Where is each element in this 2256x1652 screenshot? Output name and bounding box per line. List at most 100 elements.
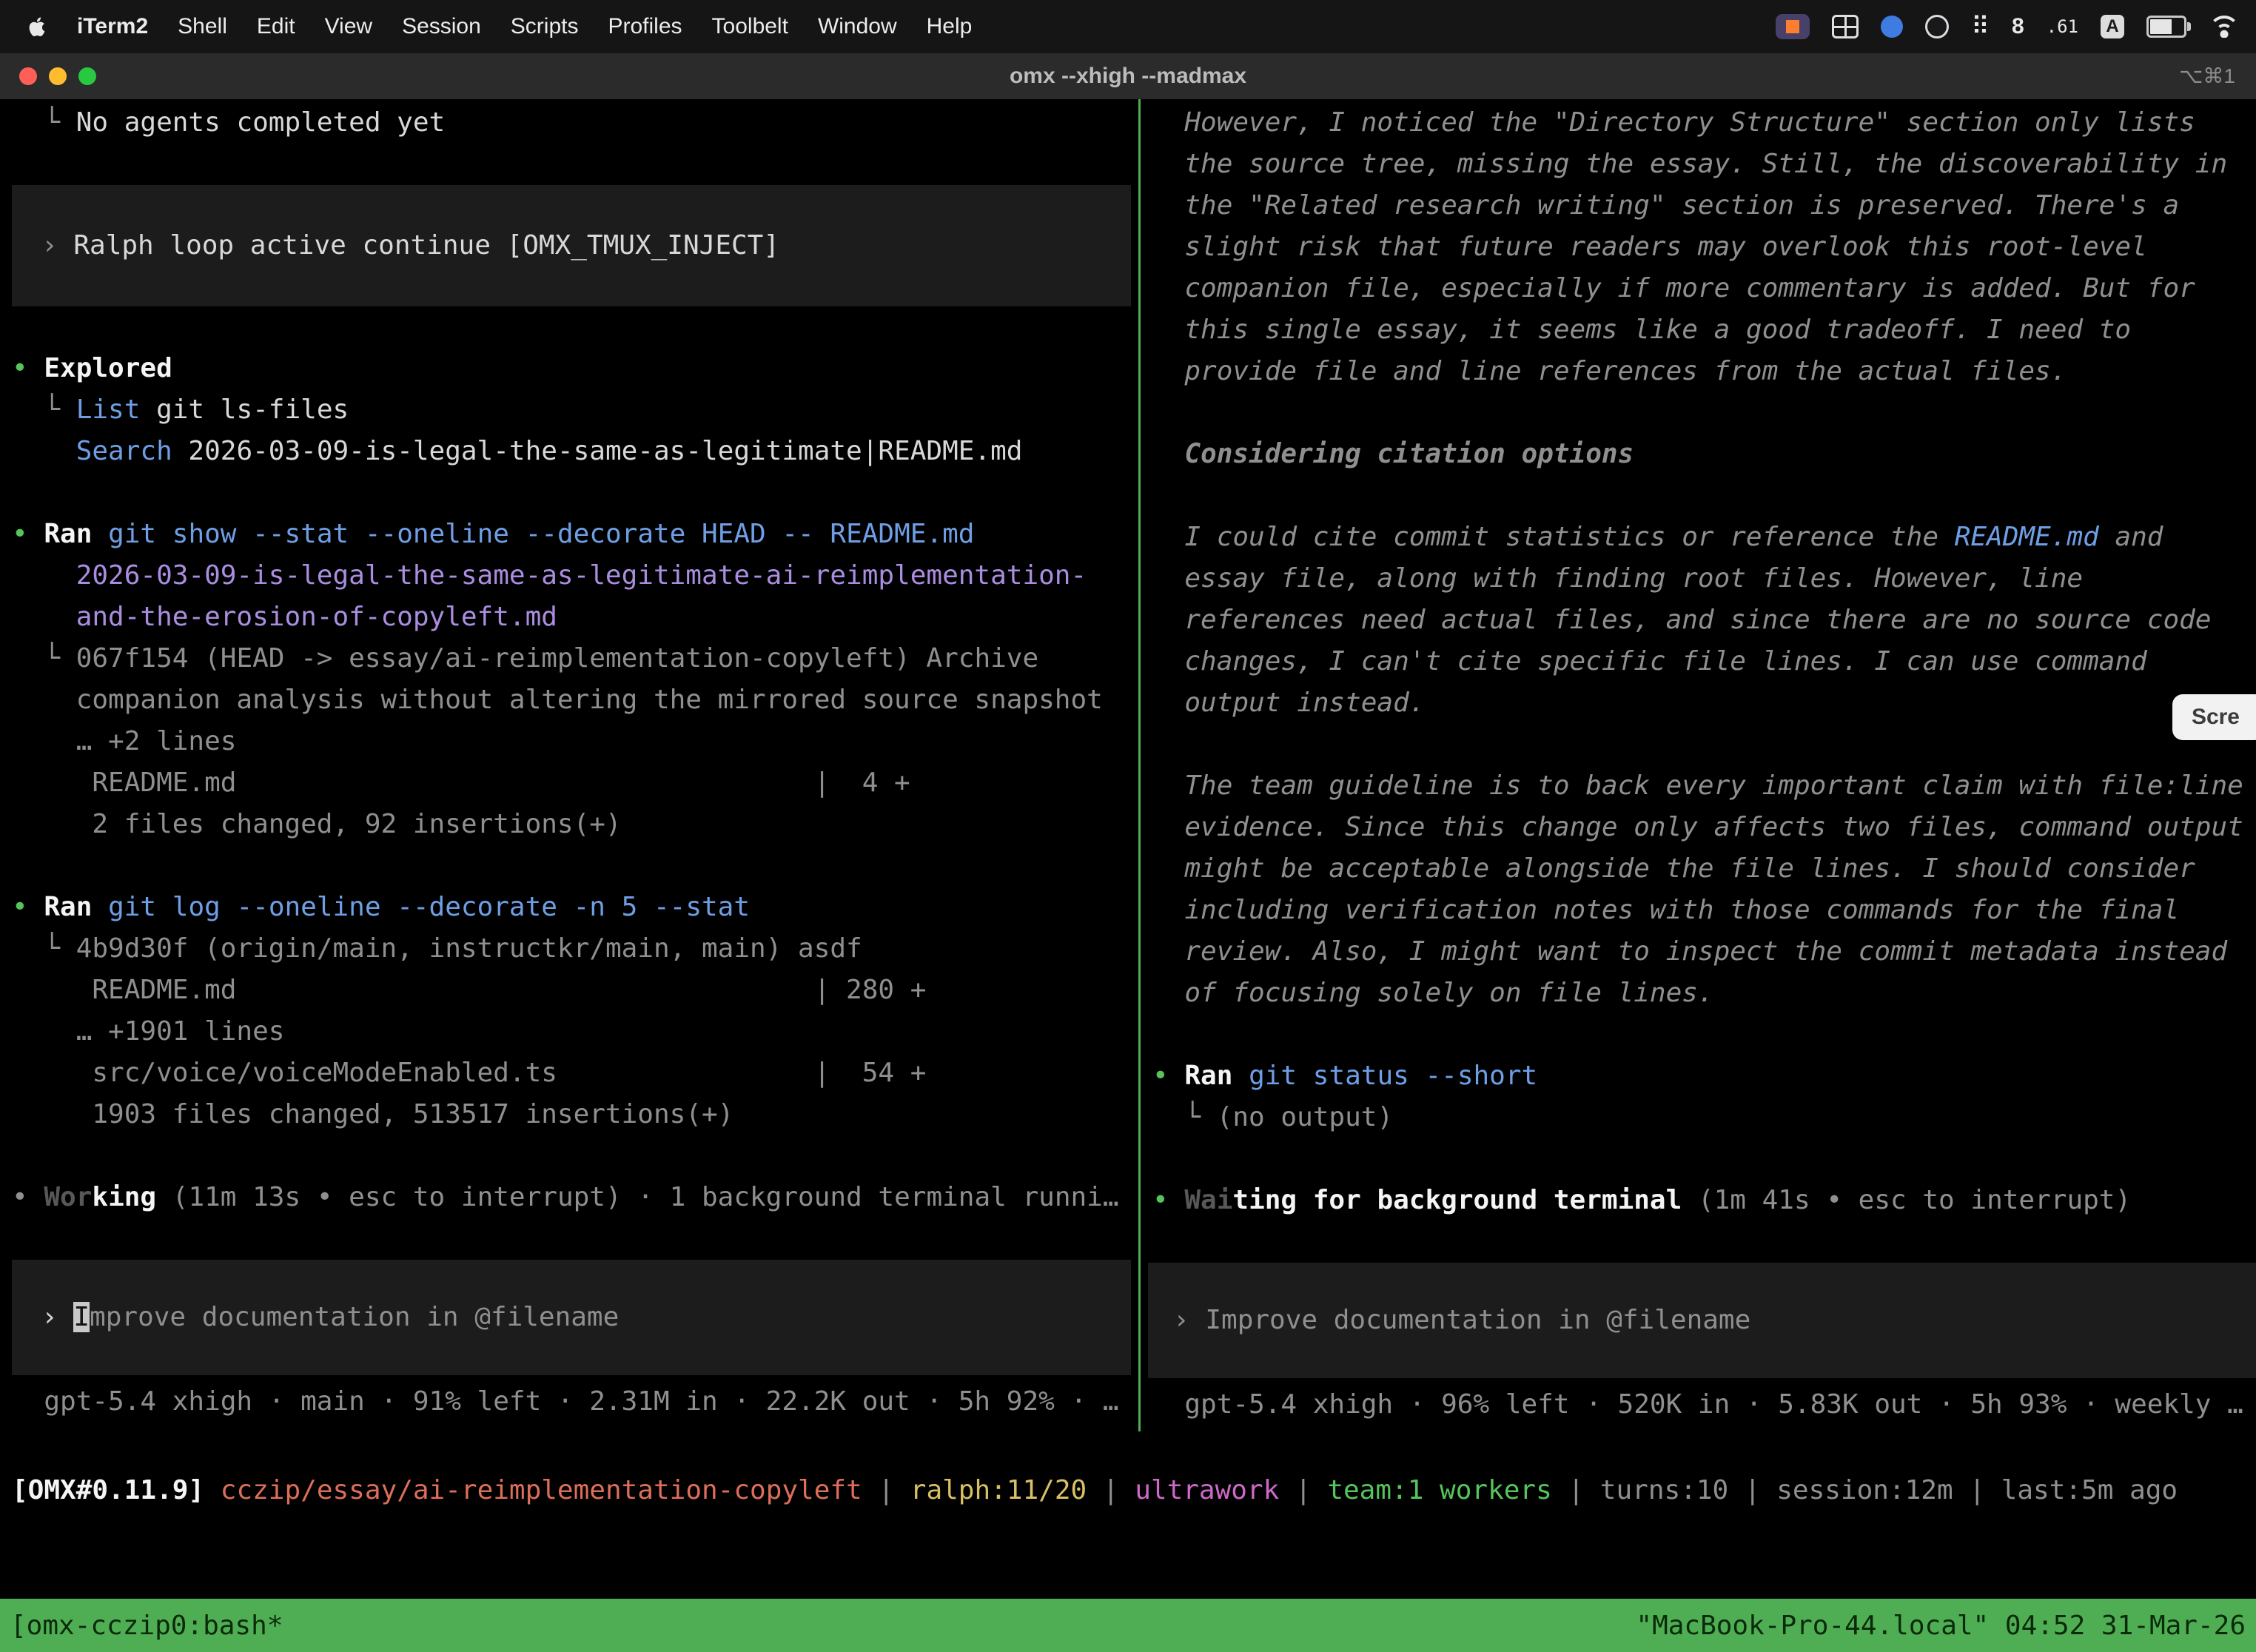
gauge-icon[interactable]: .61 [2047,16,2078,37]
text-segment: • [1152,1185,1184,1215]
text-segment: and [2099,522,2163,552]
text-segment: └ [12,107,76,138]
menu-app-name[interactable]: iTerm2 [77,14,148,39]
apple-menu-icon[interactable] [24,13,47,40]
text-segment: • [12,892,44,922]
terminal-line: changes, I can't cite specific file line… [1152,641,2256,682]
text-segment: • [12,1182,44,1212]
terminal-line: └ 4b9d30f (origin/main, instructkr/main,… [12,928,1138,970]
terminal-line: • Working (11m 13s • esc to interrupt) ·… [12,1177,1138,1218]
menu-item-view[interactable]: View [325,14,372,39]
dark-app-icon[interactable] [1925,15,1949,38]
tmux-status-bar: [omx-cczip0:bash* "MacBook-Pro-44.local"… [0,1599,2256,1652]
menu-item-help[interactable]: Help [927,14,973,39]
text-segment: git log --oneline --decorate -n 5 --stat [108,892,750,922]
text-segment [92,519,108,549]
text-segment: Considering citation options [1152,439,1634,469]
text-segment: README.md [1955,522,2099,552]
text-segment: • [1152,1061,1184,1091]
dots-grid-icon[interactable]: ⠿ [1971,12,1990,41]
window-grid-icon[interactable] [1832,15,1859,38]
text-segment: Wai [1184,1185,1232,1215]
window-shortcut-label: ⌥⌘1 [2179,53,2235,99]
text-segment: mprove documentation in @filename [90,1302,619,1332]
terminal-line [12,845,1138,887]
text-segment: … +2 lines [12,726,236,756]
terminal-line: └ (no output) [1152,1097,2256,1138]
text-segment: team:1 workers [1327,1475,1551,1505]
text-segment: I could cite commit statistics or refere… [1152,522,1955,552]
text-segment: gpt-5.4 xhigh · 96% left · 520K in · 5.8… [1152,1389,2243,1420]
text-segment: src/voice/voiceModeEnabled.ts | 54 + [12,1058,926,1088]
text-segment: references need actual files, and since … [1152,605,2211,635]
terminal-line: companion analysis without altering the … [12,679,1138,721]
menu-item-window[interactable]: Window [818,14,897,39]
blue-app-icon[interactable] [1881,16,1903,38]
screen-share-overlay-button[interactable]: Scre [2172,694,2256,740]
text-segment: evidence. Since this change only affects… [1152,812,2243,842]
left-pane[interactable]: └ No agents completed yet › Ralph loop a… [0,99,1138,1431]
prompt-input[interactable]: › Improve documentation in @filename [1148,1263,2256,1378]
text-segment: README.md | 4 + [12,768,910,798]
menu-items: Shell Edit View Session Scripts Profiles Toolb… [178,14,972,39]
text-segment: cczip/essay/ai-reimplementation-copyleft [221,1475,862,1505]
right-pane[interactable]: However, I noticed the "Directory Struct… [1141,99,2256,1431]
menu-bar-left: iTerm2 Shell Edit View Session Scripts Profil… [0,13,972,40]
terminal-line: companion file, especially if more comme… [1152,268,2256,309]
text-segment: └ [1152,1102,1217,1132]
menu-item-scripts[interactable]: Scripts [511,14,579,39]
prompt-input[interactable]: › Improve documentation in @filename [12,1260,1131,1375]
tmux-panes: └ No agents completed yet › Ralph loop a… [0,99,2256,1431]
menu-item-profiles[interactable]: Profiles [608,14,682,39]
menu-item-toolbelt[interactable]: Toolbelt [712,14,788,39]
terminal-line: I could cite commit statistics or refere… [1152,517,2256,558]
text-segment: | [1953,1475,2001,1505]
keyboard-8-icon[interactable]: 8 [2012,14,2024,39]
text-segment: slight risk that future readers may over… [1152,232,2147,262]
text-segment: provide file and line references from th… [1152,356,2067,386]
text-segment: turns:10 [1600,1475,1728,1505]
text-segment: › [41,230,73,261]
terminal-line [12,144,1138,185]
terminal-line: of focusing solely on file lines. [1152,973,2256,1014]
text-segment: 1903 files changed, 513517 insertions(+) [12,1099,733,1129]
terminal-line [1152,724,2256,765]
text-segment: (no output) [1217,1102,1393,1132]
menu-item-shell[interactable]: Shell [178,14,227,39]
text-segment: Explored [44,353,172,383]
text-segment: ralph:11/20 [910,1475,1087,1505]
text-segment: └ [12,394,76,425]
terminal-line: 1903 files changed, 513517 insertions(+) [12,1094,1138,1135]
input-source-icon[interactable]: A [2101,15,2124,38]
text-segment: 2026-03-09-is-legal-the-same-as-legitima… [172,436,1023,466]
terminal-line: └ List git ls-files [12,389,1138,431]
terminal-line: … +2 lines [12,721,1138,762]
terminal-line: slight risk that future readers may over… [1152,226,2256,268]
text-segment: Ralph loop active continue [OMX_TMUX_INJ… [73,230,779,261]
text-segment: | [1728,1475,1776,1505]
terminal-line: including verification notes with those … [1152,890,2256,931]
window-title: omx --xhigh --madmax [0,53,2256,99]
battery-icon[interactable] [2146,16,2186,38]
terminal-line: 2 files changed, 92 insertions(+) [12,804,1138,845]
text-segment: git show --stat --oneline --decorate HEA… [108,519,974,549]
text-segment: Improve documentation in @filename [1205,1305,1750,1335]
text-segment: └ [12,933,76,964]
wifi-icon[interactable] [2209,16,2240,38]
text-segment: Search [76,436,172,466]
terminal-line: evidence. Since this change only affects… [1152,807,2256,848]
text-segment: last:5m ago [2001,1475,2178,1505]
text-segment: List [76,394,141,425]
text-segment: this single essay, it seems like a good … [1152,315,2131,345]
screen-recording-indicator[interactable] [1776,14,1810,39]
inject-banner: › Ralph loop active continue [OMX_TMUX_I… [12,185,1131,306]
text-segment: companion file, especially if more comme… [1152,273,2195,303]
text-segment: (11m 13s • esc to interrupt) · 1 backgro… [156,1182,1118,1212]
terminal-line: the "Related research writing" section i… [1152,185,2256,226]
menu-item-edit[interactable]: Edit [257,14,295,39]
terminal-line [1152,475,2256,517]
text-segment: 2 files changed, 92 insertions(+) [12,809,622,839]
text-segment: • [12,353,44,383]
menu-item-session[interactable]: Session [402,14,481,39]
model-status-line: gpt-5.4 xhigh · 96% left · 520K in · 5.8… [1152,1384,2256,1426]
